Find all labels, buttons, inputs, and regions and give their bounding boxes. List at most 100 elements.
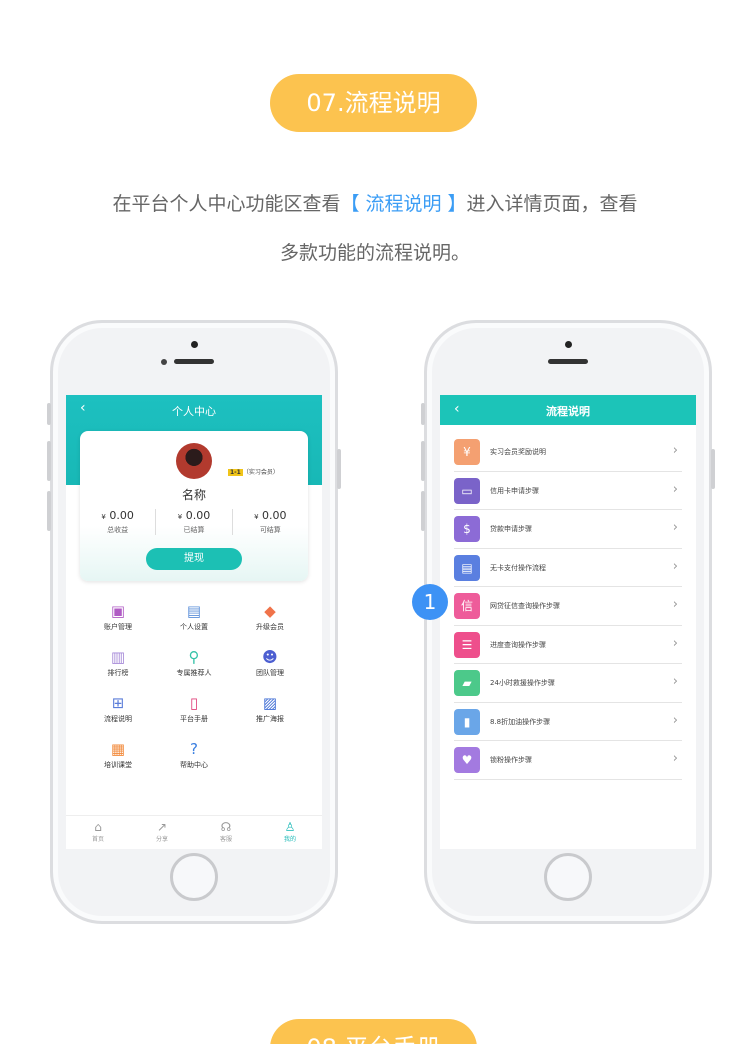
process-list: ¥ 实习会员奖励说明 › ▭ 信用卡申请步骤 › $ 贷款申请步骤 › ▤ 无卡支付操作流程 › 信 网贷…	[440, 433, 696, 780]
stat-value: 0.00	[185, 509, 211, 522]
list-item[interactable]: ¥ 实习会员奖励说明 ›	[454, 433, 682, 472]
power-button	[337, 449, 341, 489]
tab-headset[interactable]: ☊ 客服	[194, 816, 258, 849]
progress-search-icon: ☰	[454, 631, 480, 658]
intro-highlight: 【 流程说明 】	[340, 193, 467, 215]
chevron-right-icon: ›	[672, 674, 678, 689]
fuel-icon: ▮	[454, 708, 480, 735]
withdraw-button[interactable]: 提现	[146, 548, 242, 570]
list-item[interactable]: 信 网贷征信查询操作步骤 ›	[454, 587, 682, 626]
tab-share[interactable]: ↗ 分享	[130, 816, 194, 849]
profile-doc-icon: ▤	[186, 602, 202, 620]
chevron-right-icon: ›	[672, 520, 678, 535]
volume-down-button	[47, 491, 51, 531]
grid-item-label: 流程说明	[104, 715, 132, 723]
phone-mockup-left: ‹ 个人中心 1-1 （实习会员） 名称 ¥ 0.00 总收益 ¥ 0.00 已结…	[47, 320, 341, 924]
grid-item-label: 培训课堂	[104, 761, 132, 769]
list-item[interactable]: ▰ 24小时救援操作步骤 ›	[454, 664, 682, 703]
tab-user[interactable]: ♙ 我的	[258, 816, 322, 849]
list-item-label: 进度查询操作步骤	[490, 640, 546, 649]
member-level-tag: 1-1 （实习会员）	[228, 467, 279, 476]
list-item-label: 实习会员奖励说明	[490, 448, 546, 456]
account-card-icon: ▣	[110, 602, 126, 620]
avatar[interactable]	[176, 443, 212, 479]
list-item[interactable]: ☰ 进度查询操作步骤 ›	[454, 626, 682, 664]
grid-item-label: 推广海报	[256, 715, 284, 723]
stat-settleable: ¥ 0.00 可结算	[231, 509, 308, 535]
coin-icon: ¥	[454, 439, 480, 465]
grid-item[interactable]: ▤ 个人设置	[156, 601, 232, 635]
chevron-right-icon: ›	[672, 635, 678, 651]
currency-symbol: ¥	[254, 513, 259, 521]
help-icon: ?	[190, 740, 198, 758]
list-item[interactable]: ▭ 信用卡申请步骤 ›	[454, 472, 682, 510]
grid-item[interactable]: ? 帮助中心	[156, 739, 232, 773]
home-button[interactable]	[170, 853, 218, 901]
member-level-label: （实习会员）	[242, 469, 279, 476]
list-item[interactable]: $ 贷款申请步骤 ›	[454, 510, 682, 549]
stat-settled: ¥ 0.00 已结算	[155, 509, 231, 535]
list-item-label: 无卡支付操作流程	[490, 563, 546, 572]
grid-item[interactable]: ▥ 排行榜	[80, 647, 156, 681]
stat-label: 已结算	[183, 526, 205, 534]
list-item-label: 信用卡申请步骤	[490, 486, 539, 495]
share-icon: ↗	[156, 820, 168, 834]
tab-home[interactable]: ⌂ 首页	[66, 816, 130, 849]
grid-item[interactable]: ▣ 账户管理	[80, 601, 156, 635]
grid-item[interactable]: ▦ 培训课堂	[80, 739, 156, 773]
grid-item[interactable]: ◆ 升级会员	[232, 601, 308, 635]
stat-value: 0.00	[262, 509, 287, 522]
list-item-label: 8.8折加油操作步骤	[490, 717, 551, 726]
team-icon: ☻	[262, 648, 278, 666]
intro-text-before: 在平台个人中心功能区查看	[112, 193, 341, 215]
payment-doc-icon: ▤	[454, 554, 480, 581]
grid-item[interactable]: ⚲ 专属推荐人	[156, 647, 232, 681]
earpiece-speaker	[548, 359, 588, 364]
mute-switch	[421, 403, 425, 425]
diamond-icon: ◆	[264, 602, 276, 620]
bar-chart-icon: ▥	[110, 648, 126, 666]
chevron-right-icon: ›	[672, 481, 678, 497]
next-section-title-pill: 08.平台手册	[270, 1019, 477, 1044]
member-level-badge: 1-1	[228, 469, 243, 476]
book-icon: ▯	[189, 694, 199, 712]
headset-icon: ☊	[220, 820, 232, 834]
tab-label: 分享	[155, 836, 168, 843]
screen-process-guide: ‹ 流程说明 ¥ 实习会员奖励说明 › ▭ 信用卡申请步骤 › $ 贷款申请步骤 › ▤ 无卡支付操…	[440, 395, 696, 849]
list-item-label: 24小时救援操作步骤	[490, 679, 555, 687]
power-button	[711, 449, 715, 489]
credit-card-icon: ▭	[454, 477, 480, 504]
list-item-label: 网贷征信查询操作步骤	[490, 602, 560, 610]
earpiece-speaker	[174, 359, 214, 364]
tab-label: 首页	[91, 836, 104, 843]
grid-item[interactable]: ☻ 团队管理	[232, 647, 308, 681]
chevron-right-icon: ›	[672, 712, 678, 728]
training-icon: ▦	[110, 740, 126, 758]
home-icon: ⌂	[94, 820, 102, 834]
bottom-tab-bar: ⌂ 首页 ↗ 分享 ☊ 客服 ♙ 我的	[66, 815, 322, 849]
stat-value: 0.00	[109, 509, 134, 522]
home-button[interactable]	[544, 853, 592, 901]
page-title: 个人中心	[172, 405, 216, 418]
list-item[interactable]: ♥ 锁粉操作步骤 ›	[454, 741, 682, 780]
volume-up-button	[47, 441, 51, 481]
chevron-right-icon: ›	[672, 443, 678, 458]
stat-total-income: ¥ 0.00 总收益	[80, 509, 155, 535]
lock-fans-icon: ♥	[454, 747, 480, 773]
grid-item[interactable]: ⊞ 流程说明	[80, 693, 156, 727]
grid-item[interactable]: ▨ 推广海报	[232, 693, 308, 727]
screen-personal-center: ‹ 个人中心 1-1 （实习会员） 名称 ¥ 0.00 总收益 ¥ 0.00 已结…	[66, 395, 322, 849]
chevron-right-icon: ›	[672, 597, 678, 612]
front-sensor	[565, 341, 572, 348]
grid-item-label: 团队管理	[256, 669, 284, 677]
mute-switch	[47, 403, 51, 425]
grid-item[interactable]: ▯ 平台手册	[156, 693, 232, 727]
stat-label: 可结算	[259, 526, 281, 534]
volume-up-button	[421, 441, 425, 481]
intro-text-after: 进入详情页面，查看	[466, 193, 638, 215]
loan-icon: $	[454, 516, 480, 542]
list-item[interactable]: ▮ 8.8折加油操作步骤 ›	[454, 703, 682, 741]
rescue-truck-icon: ▰	[454, 670, 480, 696]
step-marker-badge: 1	[412, 584, 448, 620]
list-item[interactable]: ▤ 无卡支付操作流程 ›	[454, 549, 682, 587]
